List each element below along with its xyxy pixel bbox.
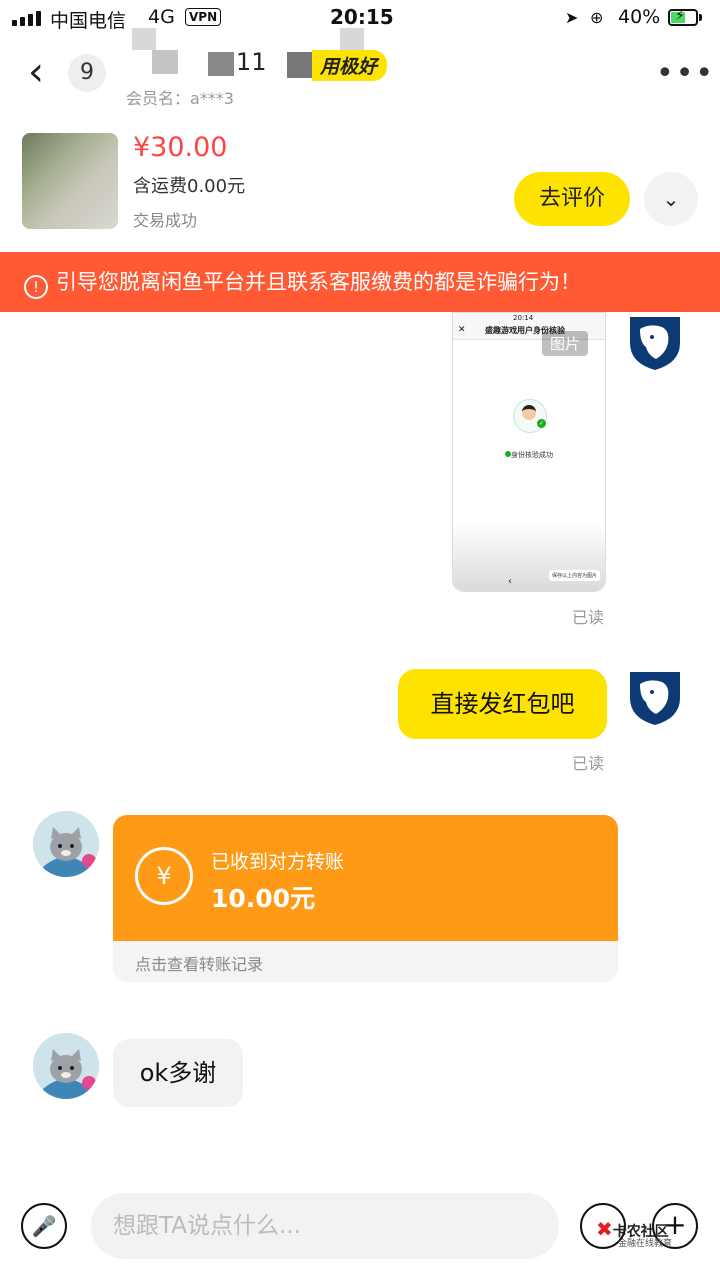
shot-fade bbox=[453, 523, 605, 591]
vpn-badge: VPN bbox=[185, 8, 222, 26]
battery-icon: ⚡ bbox=[668, 8, 698, 26]
warning-text: 引导您脱离闲鱼平台并且联系客服缴费的都是诈骗行为！ bbox=[56, 270, 581, 294]
watermark-sub: 金融在线教育 bbox=[618, 1239, 673, 1249]
transfer-amount: 10.00元 bbox=[211, 884, 316, 913]
shot-success: 身份核验成功 bbox=[511, 451, 553, 459]
shot-success-dot bbox=[505, 451, 511, 457]
name-mosaic-4 bbox=[340, 28, 364, 50]
network-label: 4G bbox=[148, 6, 175, 28]
check-icon: ✓ bbox=[537, 419, 546, 428]
read-receipt: 已读 bbox=[572, 754, 605, 773]
shot-time: 20:14 bbox=[513, 314, 534, 322]
shot-save: 保存以上内容为图片 bbox=[549, 570, 601, 581]
unread-count-badge[interactable]: 9 bbox=[68, 54, 106, 92]
transfer-records-link[interactable]: 点击查看转账记录 bbox=[135, 951, 263, 975]
name-mosaic-5 bbox=[287, 52, 313, 78]
seller-name: 11 bbox=[236, 48, 267, 76]
fraud-warning-banner: ! 引导您脱离闲鱼平台并且联系客服缴费的都是诈骗行为！ bbox=[0, 252, 720, 312]
shot-close-icon: ✕ bbox=[458, 325, 466, 335]
read-receipt: 已读 bbox=[572, 608, 605, 627]
battery-tip bbox=[699, 14, 702, 21]
back-icon[interactable]: ‹ bbox=[28, 52, 44, 92]
currency-exchange-icon: ¥ bbox=[135, 847, 193, 905]
shipping-fee: 含运费0.00元 bbox=[133, 176, 246, 197]
rotation-lock-icon: ⊕ bbox=[590, 8, 604, 27]
member-name: 会员名：a***3 bbox=[126, 89, 234, 108]
microphone-icon[interactable]: 🎤 bbox=[21, 1203, 67, 1249]
my-message-bubble[interactable]: 直接发红包吧 bbox=[398, 669, 607, 739]
clock: 20:15 bbox=[330, 5, 394, 29]
carrier-label: 中国电信 bbox=[50, 10, 127, 32]
credit-badge: 用极好 bbox=[312, 50, 388, 81]
location-icon: ➤ bbox=[565, 8, 579, 27]
product-thumbnail[interactable] bbox=[22, 133, 118, 229]
name-mosaic-1 bbox=[132, 28, 156, 50]
transfer-card[interactable]: ¥ 已收到对方转账 10.00元 点击查看转账记录 bbox=[113, 815, 618, 982]
more-icon[interactable]: ••• bbox=[656, 56, 715, 91]
transfer-title: 已收到对方转账 bbox=[211, 851, 345, 873]
product-price: ¥30.00 bbox=[133, 132, 228, 163]
my-avatar[interactable] bbox=[626, 313, 684, 371]
image-tag: 图片 bbox=[542, 331, 589, 356]
seller-avatar[interactable] bbox=[33, 811, 99, 877]
my-avatar[interactable] bbox=[626, 668, 684, 726]
shot-back-icon: ‹ bbox=[508, 576, 512, 587]
signal-icon bbox=[12, 11, 41, 26]
warning-icon: ! bbox=[24, 275, 48, 299]
trade-status: 交易成功 bbox=[133, 211, 198, 230]
face-head bbox=[522, 405, 536, 420]
transfer-card-top: ¥ 已收到对方转账 10.00元 bbox=[113, 815, 618, 941]
seller-avatar[interactable] bbox=[33, 1033, 99, 1099]
review-button[interactable]: 去评价 bbox=[514, 172, 630, 226]
message-input[interactable] bbox=[91, 1193, 559, 1259]
seller-message-bubble[interactable]: ok多谢 bbox=[113, 1039, 243, 1107]
chevron-down-icon[interactable]: ⌄ bbox=[644, 172, 698, 226]
name-mosaic-2 bbox=[152, 50, 178, 74]
name-mosaic-3 bbox=[208, 52, 234, 76]
battery-percent: 40% bbox=[618, 6, 661, 28]
